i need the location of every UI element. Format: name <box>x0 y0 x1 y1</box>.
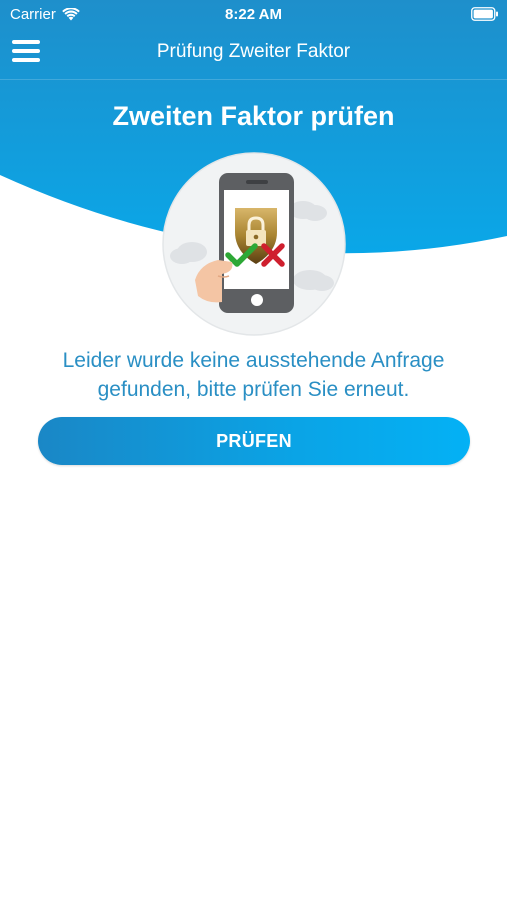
status-message-line-2: gefunden, bitte prüfen Sie erneut. <box>97 378 410 401</box>
check-button[interactable]: PRÜFEN <box>38 417 470 465</box>
phone-shield-lock-icon <box>162 152 346 336</box>
status-time: 8:22 AM <box>225 6 282 23</box>
status-message-line-1: Leider wurde keine ausstehende Anfrage <box>62 349 445 372</box>
battery-icon <box>471 7 499 25</box>
status-bar: Carrier 8:22 AM <box>0 0 507 30</box>
navigation-bar: Prüfung Zweiter Faktor <box>0 30 507 78</box>
nav-divider <box>0 79 507 80</box>
status-message: Leider wurde keine ausstehende Anfrage g… <box>20 346 487 404</box>
nav-title: Prüfung Zweiter Faktor <box>156 41 351 62</box>
page-title: Zweiten Faktor prüfen <box>112 101 395 131</box>
